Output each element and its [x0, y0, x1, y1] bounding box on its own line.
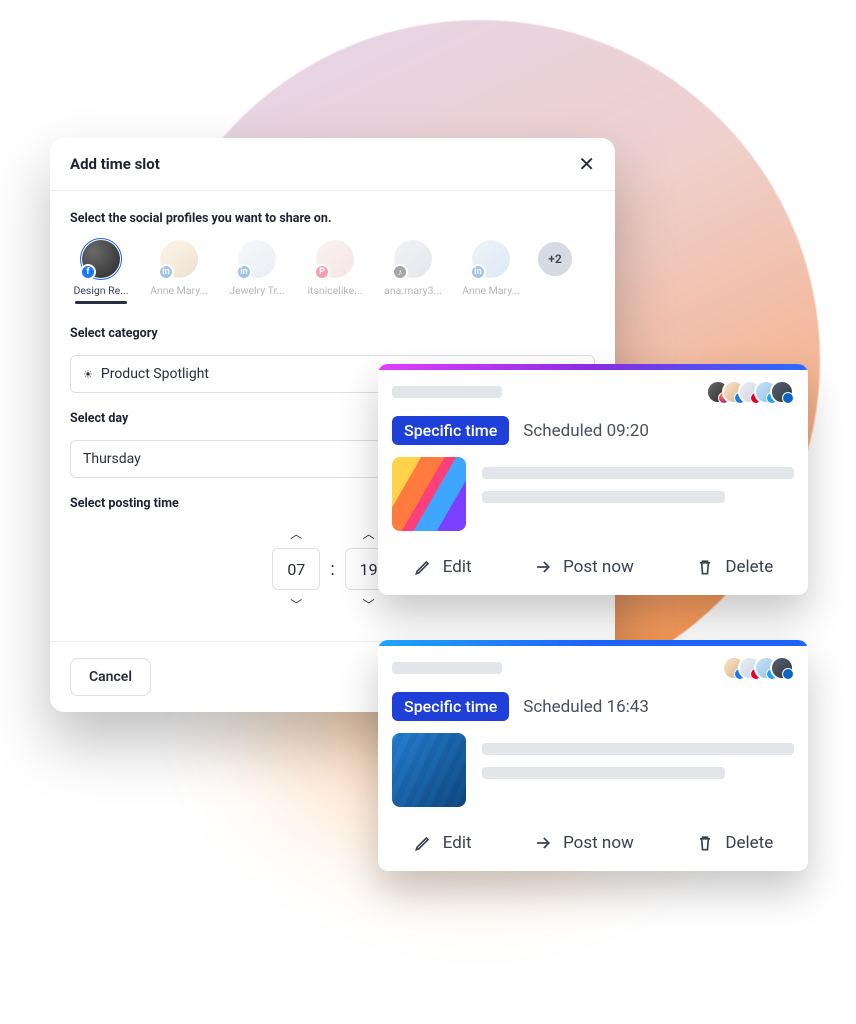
card-actions: Edit Post now Delete: [378, 819, 808, 871]
title-skeleton: [392, 662, 502, 674]
specific-time-pill: Specific time: [392, 416, 509, 445]
card-content: [378, 733, 808, 819]
delete-button[interactable]: Delete: [687, 553, 781, 581]
delete-label: Delete: [725, 833, 773, 853]
title-skeleton: [392, 386, 502, 398]
time-separator: :: [330, 559, 334, 580]
card-actions: Edit Post now Delete: [378, 543, 808, 595]
trash-icon: [695, 833, 715, 853]
minute-up-icon[interactable]: ︿: [363, 525, 375, 542]
profile-label: Jewelry Tr...: [229, 284, 285, 297]
linkedin-badge-icon: [782, 668, 794, 680]
scheduled-post-card-b: Specific time Scheduled 16:43 Edit Post …: [378, 640, 808, 871]
post-thumbnail: [392, 457, 466, 531]
edit-label: Edit: [443, 833, 472, 853]
profile-label: Anne Mary...: [150, 284, 208, 297]
arrow-right-icon: [533, 833, 553, 853]
category-value: Product Spotlight: [101, 366, 209, 382]
text-skeleton: [482, 491, 725, 503]
arrow-right-icon: [533, 557, 553, 577]
minute-down-icon[interactable]: ﹀: [363, 596, 375, 613]
profile-label: ana.mary3...: [384, 284, 442, 297]
post-now-label: Post now: [563, 833, 634, 853]
text-skeleton: [482, 467, 794, 479]
linkedin-badge-icon: in: [470, 264, 486, 280]
post-now-button[interactable]: Post now: [525, 829, 642, 857]
profiles-row: f Design Re... in Anne Mary... in Jewelr…: [70, 240, 595, 304]
specific-time-pill: Specific time: [392, 692, 509, 721]
scheduled-time: Scheduled 09:20: [523, 421, 649, 441]
linkedin-badge-icon: in: [236, 264, 252, 280]
facebook-badge-icon: f: [80, 264, 96, 280]
card-header: [378, 646, 808, 684]
day-value: Thursday: [83, 451, 141, 467]
hour-down-icon[interactable]: ﹀: [290, 596, 302, 613]
profile-label: Design Re...: [73, 284, 128, 297]
shared-profiles-stack[interactable]: [714, 380, 794, 404]
card-header: [378, 370, 808, 408]
hour-up-icon[interactable]: ︿: [290, 525, 302, 542]
profile-label: itsnicelike...: [307, 284, 362, 297]
scheduled-time: Scheduled 16:43: [523, 697, 649, 717]
linkedin-badge-icon: in: [158, 264, 174, 280]
mini-avatar: [770, 656, 794, 680]
modal-title: Add time slot: [70, 155, 160, 173]
content-skeleton: [482, 457, 794, 531]
profile-design-re[interactable]: f Design Re...: [70, 240, 132, 304]
more-profiles-button[interactable]: +2: [538, 242, 572, 276]
delete-label: Delete: [725, 557, 773, 577]
pencil-icon: [413, 557, 433, 577]
post-thumbnail: [392, 733, 466, 807]
card-content: [378, 457, 808, 543]
post-now-label: Post now: [563, 557, 634, 577]
profile-ana-mary3[interactable]: ♪ ana.mary3...: [382, 240, 444, 304]
category-label: Select category: [70, 326, 595, 341]
trash-icon: [695, 557, 715, 577]
tiktok-badge-icon: ♪: [392, 264, 408, 280]
profile-itsnicelike[interactable]: P itsnicelike...: [304, 240, 366, 304]
linkedin-badge-icon: [782, 392, 794, 404]
edit-button[interactable]: Edit: [405, 553, 480, 581]
profile-anne-mary-1[interactable]: in Anne Mary...: [148, 240, 210, 304]
card-tag-row: Specific time Scheduled 09:20: [378, 408, 808, 457]
delete-button[interactable]: Delete: [687, 829, 781, 857]
profile-anne-mary-2[interactable]: in Anne Mary...: [460, 240, 522, 304]
close-icon[interactable]: ✕: [578, 154, 595, 174]
post-now-button[interactable]: Post now: [525, 553, 642, 581]
text-skeleton: [482, 767, 725, 779]
cancel-button[interactable]: Cancel: [70, 658, 151, 696]
profiles-section-label: Select the social profiles you want to s…: [70, 211, 595, 226]
sun-icon: ☀: [83, 368, 93, 381]
pinterest-badge-icon: P: [314, 264, 330, 280]
shared-profiles-stack[interactable]: [730, 656, 794, 680]
text-skeleton: [482, 743, 794, 755]
pencil-icon: [413, 833, 433, 853]
edit-button[interactable]: Edit: [405, 829, 480, 857]
hour-column: ︿ 07 ﹀: [272, 525, 320, 613]
scheduled-post-card-a: Specific time Scheduled 09:20 Edit Post …: [378, 364, 808, 595]
profile-jewelry-tr[interactable]: in Jewelry Tr...: [226, 240, 288, 304]
content-skeleton: [482, 733, 794, 807]
modal-header: Add time slot ✕: [50, 138, 615, 191]
hour-input[interactable]: 07: [272, 548, 320, 590]
mini-avatar: [770, 380, 794, 404]
edit-label: Edit: [443, 557, 472, 577]
card-tag-row: Specific time Scheduled 16:43: [378, 684, 808, 733]
profile-label: Anne Mary...: [462, 284, 520, 297]
